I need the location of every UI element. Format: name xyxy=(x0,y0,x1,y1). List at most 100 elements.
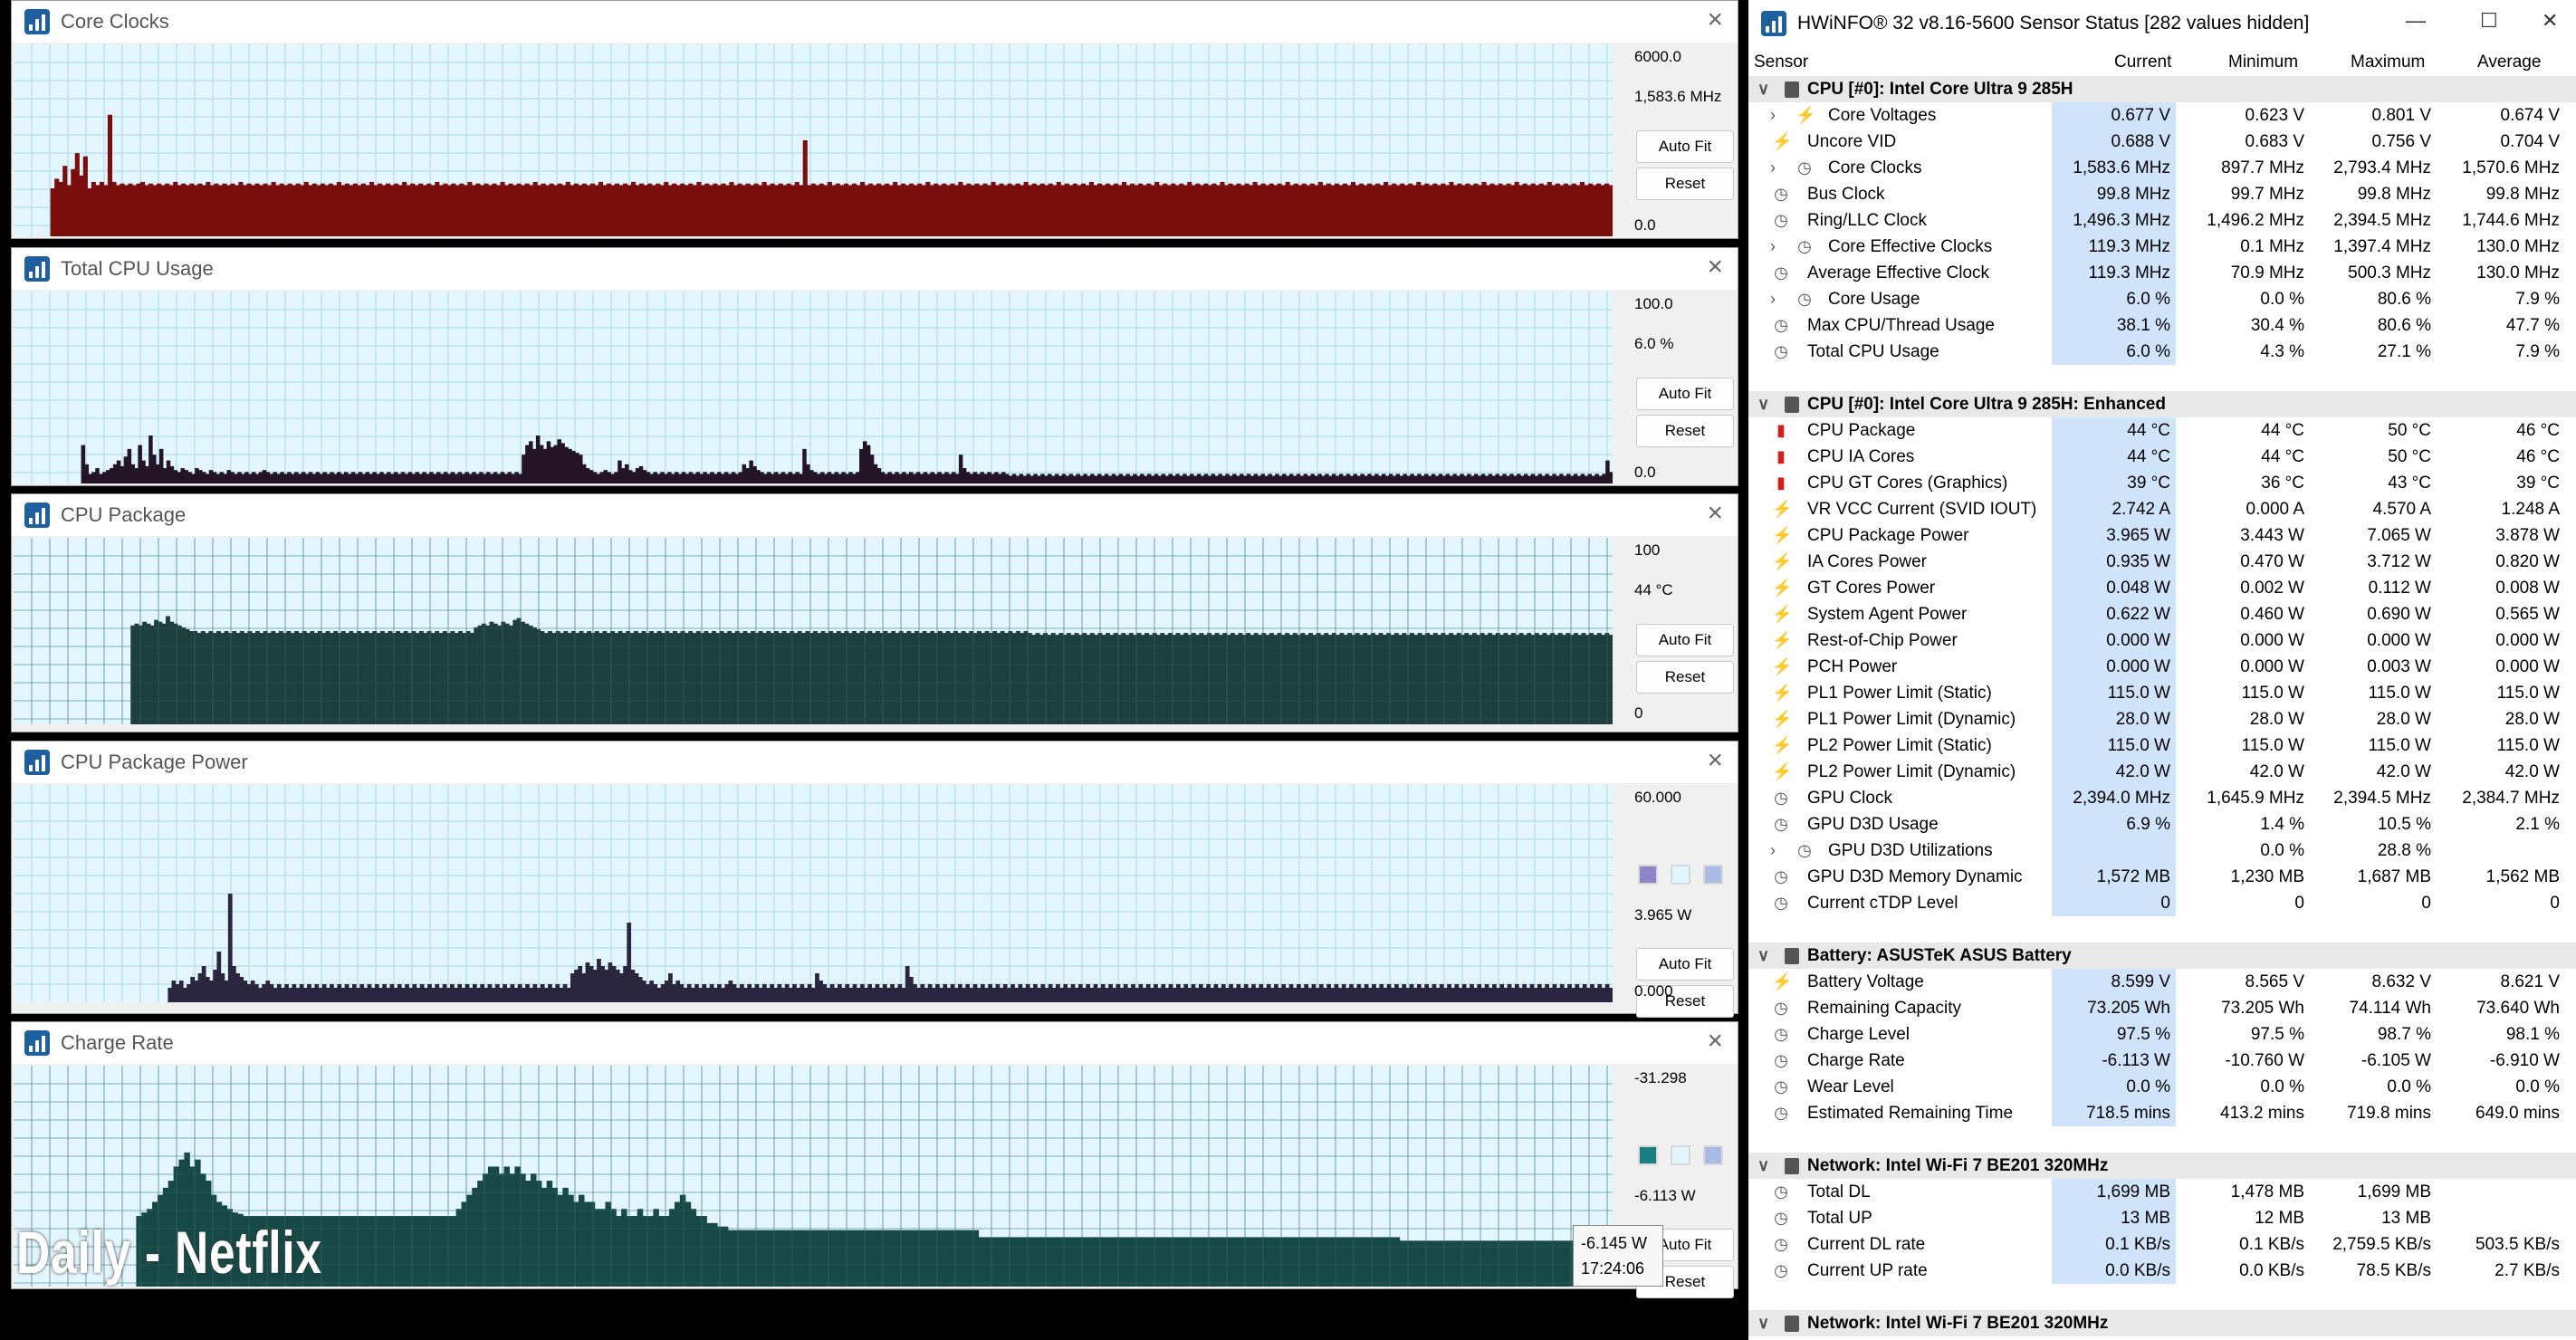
chevron-down-icon[interactable]: ∨ xyxy=(1757,1314,1769,1333)
sensor-row[interactable]: ◷ Current cTDP Level 0 0 0 0 xyxy=(1748,890,2576,916)
color-swatch[interactable] xyxy=(1703,1145,1723,1165)
sensor-row[interactable]: ◷ Bus Clock 99.8 MHz 99.7 MHz 99.8 MHz 99.8 M… xyxy=(1748,181,2576,207)
column-minimum[interactable]: Minimum xyxy=(2228,53,2298,72)
graph-plot-area[interactable] xyxy=(14,292,1613,483)
reset-button[interactable]: Reset xyxy=(1636,415,1734,447)
graph-bar xyxy=(1020,185,1025,236)
graph-bar xyxy=(1051,988,1057,1002)
sensor-row[interactable]: ◷ Max CPU/Thread Usage 38.1 % 30.4 % 80.6 % 4… xyxy=(1748,312,2576,339)
sensor-row[interactable]: › ◷ Core Effective Clocks 119.3 MHz 0.1 MHz 1… xyxy=(1748,234,2576,260)
auto-fit-button[interactable]: Auto Fit xyxy=(1636,948,1734,981)
close-icon[interactable]: ✕ xyxy=(2542,9,2558,33)
sensor-row[interactable]: ⚡ IA Cores Power 0.935 W 0.470 W 3.712 W 0.82… xyxy=(1748,549,2576,575)
sensor-row[interactable]: ⚡ PL1 Power Limit (Static) 115.0 W 115.0 W1… xyxy=(1748,680,2576,706)
close-icon[interactable]: × xyxy=(1707,6,1723,34)
sensor-row[interactable]: ◷ Charge Level 97.5 % 97.5 % 98.7 % 98.1 % xyxy=(1748,1021,2576,1048)
reset-button[interactable]: Reset xyxy=(1636,168,1734,200)
sensor-row[interactable]: ⚡ PL2 Power Limit (Dynamic) 42.0 W 42.0 W 42… xyxy=(1748,759,2576,785)
color-swatch[interactable] xyxy=(1671,865,1690,885)
graph-plot-area[interactable] xyxy=(14,785,1613,1002)
chevron-right-icon[interactable]: › xyxy=(1770,158,1776,177)
graph-window[interactable]: CPU Package × 100 44 °C Auto Fit Reset 0 xyxy=(11,493,1738,732)
sensor-row[interactable]: ⚡ Uncore VID 0.688 V 0.683 V 0.756 V 0.704 V xyxy=(1748,129,2576,155)
sensor-row[interactable]: › ◷ Core Clocks 1,583.6 MHz 897.7 MHz 2,793.4… xyxy=(1748,155,2576,181)
sensor-row[interactable]: ◷ Total UP 13 MB 12 MB 13 MB xyxy=(1748,1205,2576,1231)
chevron-down-icon[interactable]: ∨ xyxy=(1757,395,1769,414)
sensor-group-header[interactable]: ∨ CPU [#0]: Intel Core Ultra 9 285H: Enha… xyxy=(1748,391,2576,417)
graph-bar xyxy=(1195,183,1201,236)
graph-plot-area[interactable] xyxy=(14,538,1613,724)
color-swatch[interactable] xyxy=(1638,1145,1658,1165)
sensor-row[interactable]: ◷ Total CPU Usage 6.0 % 4.3 % 27.1 % 7.9 % xyxy=(1748,339,2576,365)
sensor-row[interactable]: ◷ GPU D3D Usage 6.9 % 1.4 % 10.5 % 2.1 % xyxy=(1748,811,2576,838)
column-maximum[interactable]: Maximum xyxy=(2351,53,2425,72)
minimize-icon[interactable]: — xyxy=(2406,9,2426,33)
sensor-row[interactable]: ◷ Ring/LLC Clock 1,496.3 MHz 1,496.2 MHz 2,3… xyxy=(1748,207,2576,234)
close-icon[interactable]: × xyxy=(1707,747,1723,774)
sensor-row[interactable]: › ⚡ Core Voltages 0.677 V 0.623 V 0.801 V 0.67… xyxy=(1748,102,2576,129)
color-swatch[interactable] xyxy=(1671,1145,1690,1165)
graph-window[interactable]: CPU Package Power × 60.000 3.965 W Auto Fit R… xyxy=(11,741,1738,1018)
graph-bar xyxy=(1072,183,1077,236)
sensor-row[interactable]: ⚡ System Agent Power 0.622 W 0.460 W 0.690 W… xyxy=(1748,601,2576,627)
sensor-row[interactable]: ⚡ PL1 Power Limit (Dynamic) 28.0 W 28.0 W 28… xyxy=(1748,706,2576,732)
auto-fit-button[interactable]: Auto Fit xyxy=(1636,130,1734,163)
close-icon[interactable]: × xyxy=(1707,500,1723,527)
chevron-right-icon[interactable]: › xyxy=(1770,290,1776,309)
sensor-row[interactable]: ▮ CPU Package 44 °C 44 °C 50 °C 46 °C xyxy=(1748,417,2576,444)
close-icon[interactable]: × xyxy=(1707,254,1723,281)
sensor-group-header[interactable]: ∨ CPU [#0]: Intel Core Ultra 9 285H xyxy=(1748,76,2576,102)
graph-window[interactable]: Total CPU Usage × 100.0 6.0 % Auto Fit Reset 0… xyxy=(11,247,1738,486)
sensor-row[interactable]: ◷ Current UP rate 0.0 KB/s 0.0 KB/s 78.5 KB/… xyxy=(1748,1258,2576,1284)
sensor-row[interactable]: › ◷ GPU D3D Utilizations 0.0 % 28.8 % xyxy=(1748,838,2576,864)
sensor-row[interactable]: ▮ CPU IA Cores 44 °C 44 °C 50 °C 46 °C xyxy=(1748,444,2576,470)
sensor-row[interactable]: ⚡ VR VCC Current (SVID IOUT) 2.742 A 0.000 … xyxy=(1748,496,2576,522)
close-icon[interactable]: × xyxy=(1707,1028,1723,1055)
chevron-right-icon[interactable]: › xyxy=(1770,841,1776,860)
auto-fit-button[interactable]: Auto Fit xyxy=(1636,624,1734,656)
chevron-down-icon[interactable]: ∨ xyxy=(1757,1156,1769,1175)
sensor-row[interactable]: ⚡ Rest-of-Chip Power 0.000 W 0.000 W 0.000 W… xyxy=(1748,627,2576,654)
column-average[interactable]: Average xyxy=(2477,53,2541,72)
graph-bar xyxy=(1484,1240,1491,1287)
column-current[interactable]: Current xyxy=(2114,53,2171,72)
chevron-down-icon[interactable]: ∨ xyxy=(1757,80,1769,99)
maximize-icon[interactable]: ☐ xyxy=(2480,9,2498,33)
sensor-row[interactable]: ◷ Charge Rate -6.113 W -10.760 W -6.105 W -6.… xyxy=(1748,1048,2576,1074)
sensor-maximum: 115.0 W xyxy=(2368,684,2431,703)
sensor-row[interactable]: ◷ GPU Clock 2,394.0 MHz 1,645.9 MHz 2,394.5 … xyxy=(1748,785,2576,811)
graph-bar xyxy=(924,988,929,1002)
color-swatch[interactable] xyxy=(1703,865,1723,885)
sensor-row[interactable]: ◷ GPU D3D Memory Dynamic 1,572 MB 1,230 MB 1… xyxy=(1748,864,2576,890)
color-swatch[interactable] xyxy=(1638,865,1658,885)
graph-bar xyxy=(485,625,491,724)
sensor-row[interactable]: ◷ Remaining Capacity 73.205 Wh 73.205 Wh 74.… xyxy=(1748,995,2576,1021)
sensor-average: 115.0 W xyxy=(2496,684,2560,703)
graph-plot-area[interactable] xyxy=(14,44,1613,236)
chevron-right-icon[interactable]: › xyxy=(1770,106,1776,125)
sensor-row[interactable]: ⚡ Battery Voltage 8.599 V 8.565 V 8.632 V 8.6… xyxy=(1748,969,2576,995)
column-sensor[interactable]: Sensor xyxy=(1754,53,1808,72)
sensor-row[interactable]: ◷ Average Effective Clock 119.3 MHz 70.9 MH… xyxy=(1748,260,2576,286)
sensor-row[interactable]: ⚡ GT Cores Power 0.048 W 0.002 W 0.112 W 0.00… xyxy=(1748,575,2576,601)
sensor-group-header[interactable]: ∨ Battery: ASUSTeK ASUS Battery xyxy=(1748,943,2576,969)
sensor-group-header[interactable]: ∨ Network: Intel Wi-Fi 7 BE201 320MHz xyxy=(1748,1153,2576,1179)
sensor-row[interactable]: ◷ Wear Level 0.0 % 0.0 % 0.0 % 0.0 % xyxy=(1748,1074,2576,1100)
chevron-right-icon[interactable]: › xyxy=(1770,237,1776,256)
sensor-row[interactable]: ◷ Estimated Remaining Time 718.5 mins 413.2… xyxy=(1748,1100,2576,1126)
chevron-down-icon[interactable]: ∨ xyxy=(1757,946,1769,965)
sensor-row[interactable]: ◷ Total DL 1,699 MB 1,478 MB 1,699 MB xyxy=(1748,1179,2576,1205)
reset-button[interactable]: Reset xyxy=(1636,661,1734,694)
graph-bar xyxy=(871,1230,878,1287)
sensor-row[interactable]: ◷ Current DL rate 0.1 KB/s 0.1 KB/s 2,759.5 … xyxy=(1748,1231,2576,1258)
sensor-row[interactable]: › ◷ Core Usage 6.0 % 0.0 % 80.6 % 7.9 % xyxy=(1748,286,2576,312)
graph-bar xyxy=(225,185,231,236)
sensor-row[interactable]: ⚡ PCH Power 0.000 W 0.000 W 0.003 W 0.000 W xyxy=(1748,654,2576,680)
graph-window[interactable]: Core Clocks × 6000.0 1,583.6 MHz Auto Fit Res… xyxy=(11,0,1738,239)
auto-fit-button[interactable]: Auto Fit xyxy=(1636,378,1734,410)
sensor-row[interactable]: ⚡ CPU Package Power 3.965 W 3.443 W 7.065 W3… xyxy=(1748,522,2576,549)
graph-bar xyxy=(254,474,260,483)
sensor-row[interactable]: ⚡ PL2 Power Limit (Static) 115.0 W 115.0 W1… xyxy=(1748,732,2576,759)
sensor-group-header[interactable]: ∨ Network: Intel Wi-Fi 7 BE201 320MHz xyxy=(1748,1310,2576,1336)
sensor-row[interactable]: ▮ CPU GT Cores (Graphics) 39 °C 36 °C 43 °C 3… xyxy=(1748,470,2576,496)
